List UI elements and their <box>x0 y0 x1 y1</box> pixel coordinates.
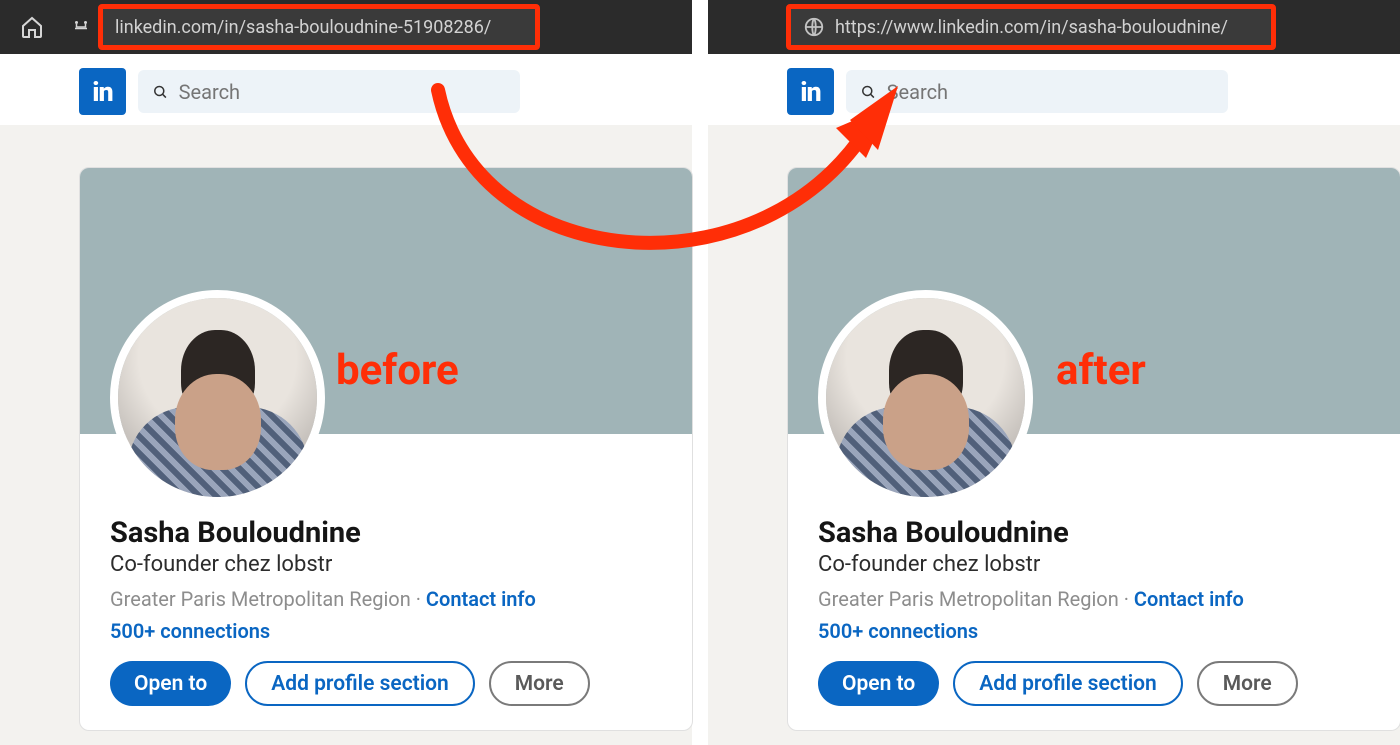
search-input[interactable] <box>179 80 506 104</box>
search-icon <box>152 83 169 101</box>
add-profile-section-button[interactable]: Add profile section <box>245 661 475 706</box>
globe-icon <box>803 16 825 38</box>
search-input[interactable] <box>887 80 1214 104</box>
connections-link[interactable]: 500+ connections <box>818 619 1370 643</box>
profile-location-row: Greater Paris Metropolitan Region · Cont… <box>818 587 1370 611</box>
profile-headline: Co-founder chez lobstr <box>110 552 662 577</box>
contact-info-link[interactable]: Contact info <box>426 587 536 611</box>
profile-location: Greater Paris Metropolitan Region <box>818 587 1119 611</box>
open-to-button[interactable]: Open to <box>110 661 231 706</box>
more-button[interactable]: More <box>1197 661 1298 706</box>
connections-link[interactable]: 500+ connections <box>110 619 662 643</box>
linkedin-logo[interactable]: in <box>787 68 834 115</box>
linkedin-header: in <box>0 54 692 115</box>
url-text-before: linkedin.com/in/sasha-bouloudnine-519082… <box>115 17 491 38</box>
address-bar-after[interactable]: https://www.linkedin.com/in/sasha-boulou… <box>786 4 1276 50</box>
profile-name: Sasha Bouloudnine <box>110 516 662 550</box>
open-to-button[interactable]: Open to <box>818 661 939 706</box>
avatar[interactable] <box>818 290 1033 505</box>
profile-location-row: Greater Paris Metropolitan Region · Cont… <box>110 587 662 611</box>
add-profile-section-button[interactable]: Add profile section <box>953 661 1183 706</box>
avatar[interactable] <box>110 290 325 505</box>
search-field[interactable] <box>846 70 1228 113</box>
more-button[interactable]: More <box>489 661 590 706</box>
pane-before: in Sasha Bouloudnine Co-founder chez lob… <box>0 54 692 745</box>
profile-card: Sasha Bouloudnine Co-founder chez lobstr… <box>787 167 1400 731</box>
pane-after: in Sasha Bouloudnine Co-founder chez lob… <box>708 54 1400 745</box>
browser-chrome-left: linkedin.com/in/sasha-bouloudnine-519082… <box>0 0 692 54</box>
linkedin-logo[interactable]: in <box>79 68 126 115</box>
browser-chrome-right: https://www.linkedin.com/in/sasha-boulou… <box>692 0 1400 54</box>
home-icon[interactable] <box>18 13 46 41</box>
pane-divider <box>692 0 708 745</box>
contact-info-link[interactable]: Contact info <box>1134 587 1244 611</box>
url-text-after: https://www.linkedin.com/in/sasha-boulou… <box>835 17 1228 38</box>
profile-headline: Co-founder chez lobstr <box>818 552 1370 577</box>
linkedin-header: in <box>708 54 1400 115</box>
profile-card: Sasha Bouloudnine Co-founder chez lobstr… <box>79 167 693 731</box>
search-field[interactable] <box>138 70 520 113</box>
profile-name: Sasha Bouloudnine <box>818 516 1370 550</box>
page-settings-icon[interactable] <box>70 16 92 38</box>
search-icon <box>860 83 877 101</box>
profile-location: Greater Paris Metropolitan Region <box>110 587 411 611</box>
address-bar-before[interactable]: linkedin.com/in/sasha-bouloudnine-519082… <box>98 4 540 50</box>
